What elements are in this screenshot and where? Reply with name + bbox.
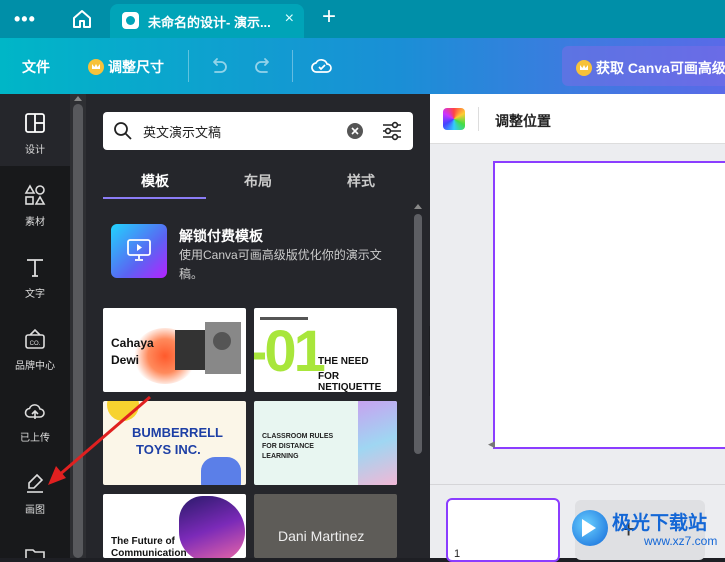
annotation-arrow xyxy=(48,395,151,485)
watermark-title: 极光下载站 xyxy=(612,513,708,534)
watermark: 极光下载站 www.xz7.com xyxy=(572,502,722,558)
watermark-logo-icon xyxy=(572,510,608,546)
annotation-arrow-line xyxy=(57,395,151,478)
watermark-url: www.xz7.com xyxy=(644,534,718,548)
annotation-arrow-head xyxy=(48,466,66,485)
